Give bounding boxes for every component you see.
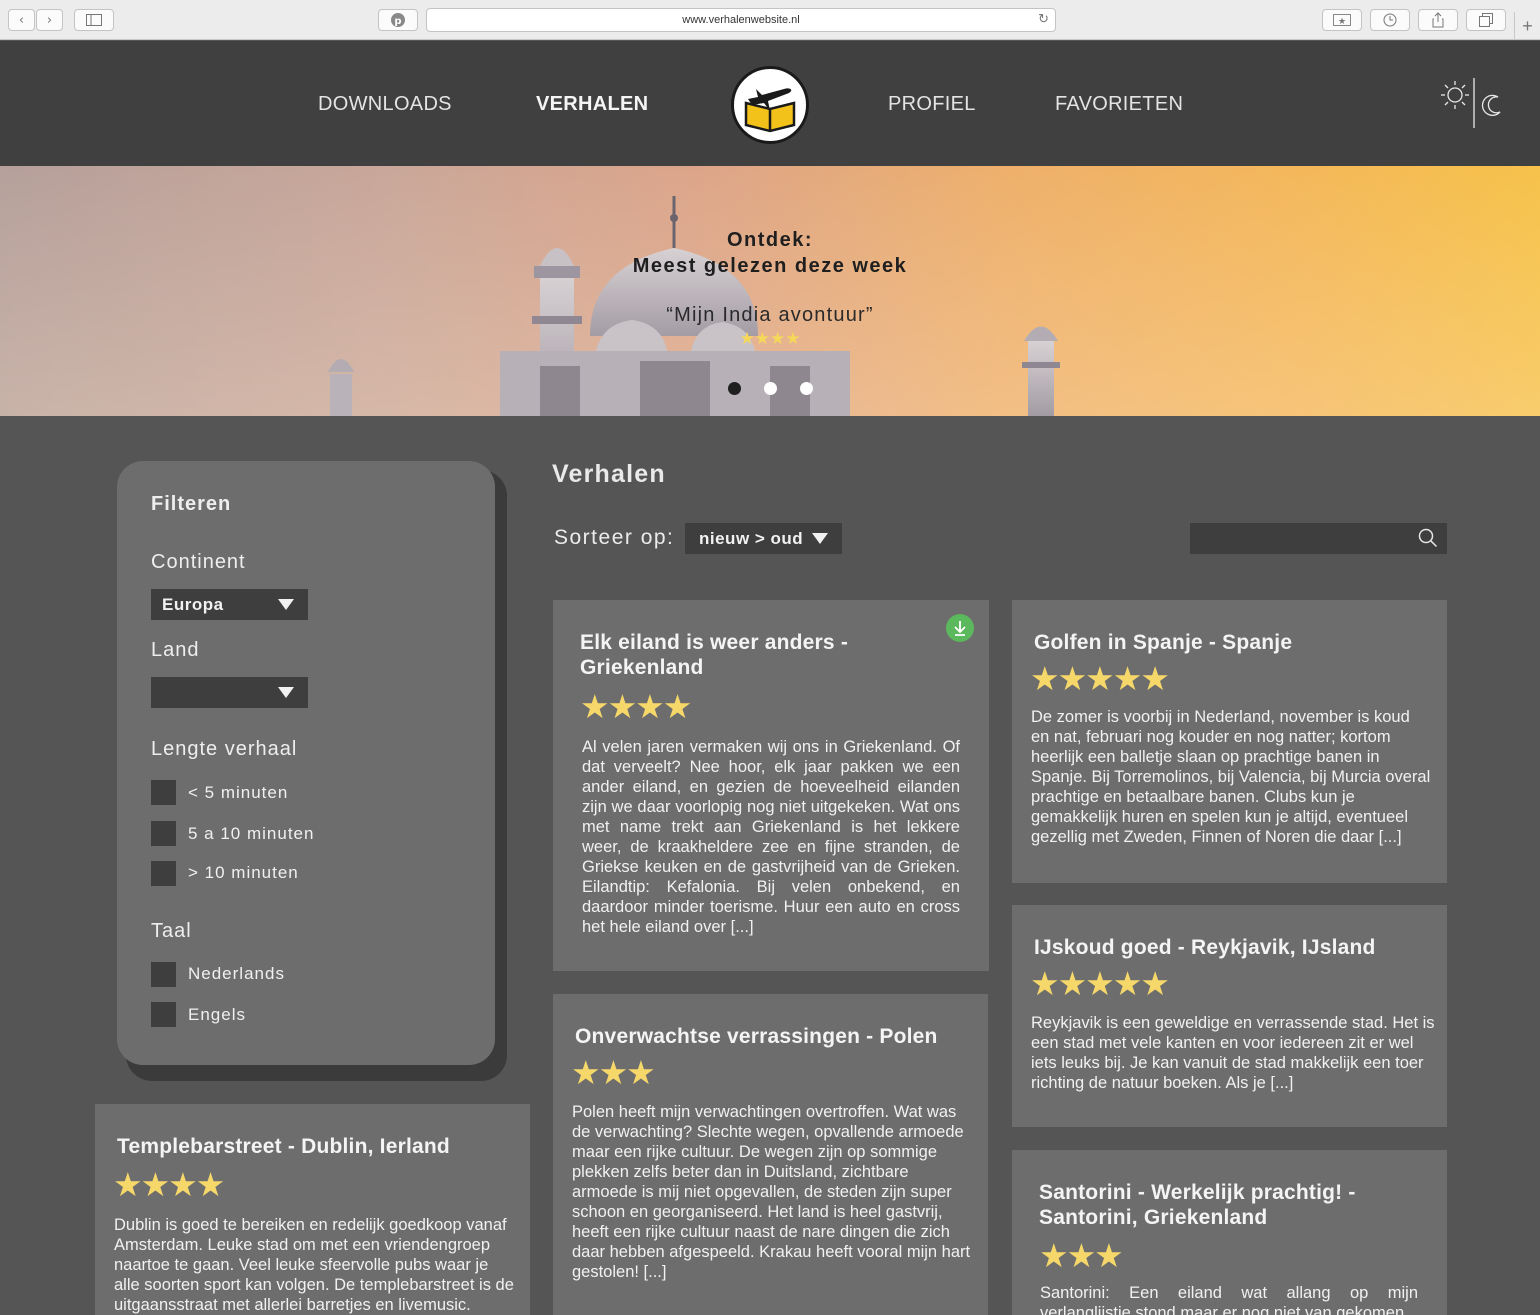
tabs-button[interactable]	[1466, 9, 1506, 31]
svg-text:★: ★	[1338, 17, 1346, 26]
story-title[interactable]: Santorini - Werkelijk prachtig! - Santor…	[1039, 1180, 1419, 1230]
checkbox-nederlands[interactable]	[151, 962, 176, 987]
hero-rating-stars: ★★★★	[739, 329, 801, 348]
site-header: DOWNLOADS VERHALEN PROFIEL FAVORIETEN	[0, 41, 1540, 166]
share-button[interactable]	[1418, 9, 1458, 31]
story-card[interactable]: IJskoud goed - Reykjavik, IJsland ★★★★★ …	[1012, 905, 1447, 1127]
sidebar-button[interactable]	[74, 9, 114, 31]
hero-banner[interactable]: Ontdek: Meest gelezen deze week “Mijn In…	[0, 166, 1540, 416]
land-label: Land	[151, 639, 200, 661]
sort-label: Sorteer op:	[554, 526, 675, 549]
forward-button[interactable]: ›	[36, 9, 63, 31]
rating-stars: ★★★★★	[1030, 660, 1170, 697]
slide-dot-1[interactable]	[728, 382, 741, 395]
length-label: Lengte verhaal	[151, 738, 298, 760]
site-logo[interactable]	[731, 66, 809, 144]
share-icon	[1432, 12, 1444, 28]
story-excerpt: Polen heeft mijn verwachtingen overtroff…	[572, 1103, 971, 1281]
dropdown-arrow-icon	[278, 599, 294, 610]
story-excerpt: Reykjavik is een geweldige en verrassend…	[1031, 1014, 1435, 1092]
slide-dot-2[interactable]	[764, 382, 777, 395]
theme-toggle[interactable]	[1438, 78, 1508, 128]
story-excerpt: Santorini: Een eiland wat allang op mijn…	[1040, 1284, 1418, 1315]
sidebar-icon	[86, 14, 102, 26]
story-title[interactable]: Elk eiland is weer anders - Griekenland	[580, 630, 920, 680]
history-button[interactable]	[1370, 9, 1410, 31]
language-label: Taal	[151, 920, 192, 942]
checkbox-5-to-10[interactable]	[151, 821, 176, 846]
search-input[interactable]	[1190, 523, 1447, 554]
checkbox-over-10[interactable]	[151, 861, 176, 886]
nav-downloads[interactable]: DOWNLOADS	[318, 93, 452, 116]
story-excerpt: Dublin is goed te bereiken en redelijk g…	[114, 1216, 514, 1314]
story-excerpt: De zomer is voorbij in Nederland, novemb…	[1031, 708, 1431, 846]
download-icon[interactable]	[946, 614, 974, 642]
clock-icon	[1383, 13, 1397, 27]
rating-stars: ★★★★★	[1030, 965, 1170, 1002]
plus-icon: +	[1522, 15, 1533, 36]
checkbox-label: > 10 minuten	[188, 863, 299, 882]
browser-toolbar: ‹ › p www.verhalenwebsite.nl ↻ ★ +	[0, 0, 1540, 40]
story-title[interactable]: Onverwachtse verrassingen - Polen	[575, 1024, 975, 1049]
checkbox-label: Nederlands	[188, 964, 285, 983]
new-tab-button[interactable]: +	[1514, 12, 1540, 40]
filter-title: Filteren	[151, 493, 232, 515]
svg-text:p: p	[394, 16, 401, 27]
pinterest-button[interactable]: p	[378, 9, 418, 31]
checkbox-label: < 5 minuten	[188, 783, 289, 802]
story-title[interactable]: Golfen in Spanje - Spanje	[1034, 630, 1434, 655]
hero-kicker: Ontdek:	[726, 229, 814, 251]
tabs-icon	[1479, 13, 1493, 27]
checkbox-under-5[interactable]	[151, 780, 176, 805]
nav-verhalen[interactable]: VERHALEN	[536, 93, 648, 116]
continent-value: Europa	[162, 594, 224, 614]
back-button[interactable]: ‹	[8, 9, 35, 31]
story-card[interactable]: Templebarstreet - Dublin, Ierland ★★★★ D…	[95, 1104, 530, 1315]
hero-title: Meest gelezen deze week	[632, 255, 908, 277]
rating-stars: ★★★	[1039, 1237, 1124, 1274]
address-bar[interactable]: www.verhalenwebsite.nl ↻	[426, 8, 1056, 32]
rating-stars: ★★★★	[580, 688, 692, 725]
story-excerpt: Al velen jaren vermaken wij ons in Griek…	[582, 738, 960, 936]
rating-stars: ★★★	[571, 1054, 656, 1091]
continent-label: Continent	[151, 551, 246, 573]
checkbox-label: Engels	[188, 1005, 246, 1024]
story-card[interactable]: Santorini - Werkelijk prachtig! - Santor…	[1012, 1150, 1447, 1315]
story-card[interactable]: Elk eiland is weer anders - Griekenland …	[553, 600, 989, 971]
taj-mahal-image	[328, 196, 1060, 416]
slide-dot-3[interactable]	[800, 382, 813, 395]
url-text: www.verhalenwebsite.nl	[682, 14, 800, 26]
story-card[interactable]: Golfen in Spanje - Spanje ★★★★★ De zomer…	[1012, 600, 1447, 883]
nav-favorieten[interactable]: FAVORIETEN	[1055, 93, 1183, 116]
moon-icon[interactable]	[1481, 94, 1501, 116]
search-icon[interactable]	[1418, 528, 1438, 548]
star-bookmark-icon: ★	[1333, 14, 1351, 26]
story-title[interactable]: Templebarstreet - Dublin, Ierland	[117, 1134, 517, 1159]
reload-icon[interactable]: ↻	[1038, 12, 1049, 27]
sort-value: nieuw > oud	[699, 528, 804, 548]
logo-book-plane-icon	[744, 88, 796, 133]
story-card[interactable]: Onverwachtse verrassingen - Polen ★★★ Po…	[553, 994, 988, 1315]
sun-icon[interactable]	[1441, 81, 1469, 109]
checkbox-engels[interactable]	[151, 1002, 176, 1027]
rating-stars: ★★★★	[113, 1166, 225, 1203]
bookmarks-button[interactable]: ★	[1322, 9, 1362, 31]
sort-select[interactable]: nieuw > oud	[685, 523, 842, 554]
pinterest-icon: p	[391, 13, 405, 27]
chevron-left-icon: ‹	[18, 12, 25, 28]
checkbox-label: 5 a 10 minuten	[188, 824, 315, 843]
land-select[interactable]	[151, 677, 308, 708]
nav-profiel[interactable]: PROFIEL	[888, 93, 976, 116]
dropdown-arrow-icon	[812, 533, 828, 544]
dropdown-arrow-icon	[278, 687, 294, 698]
hero-story-title[interactable]: “Mijn India avontuur”	[520, 304, 1020, 327]
chevron-right-icon: ›	[46, 12, 53, 28]
page-title: Verhalen	[552, 460, 666, 488]
continent-select[interactable]: Europa	[151, 589, 308, 620]
filter-panel: Filteren Continent Europa Land Lengte ve…	[117, 461, 495, 1065]
story-title[interactable]: IJskoud goed - Reykjavik, IJsland	[1034, 935, 1434, 960]
